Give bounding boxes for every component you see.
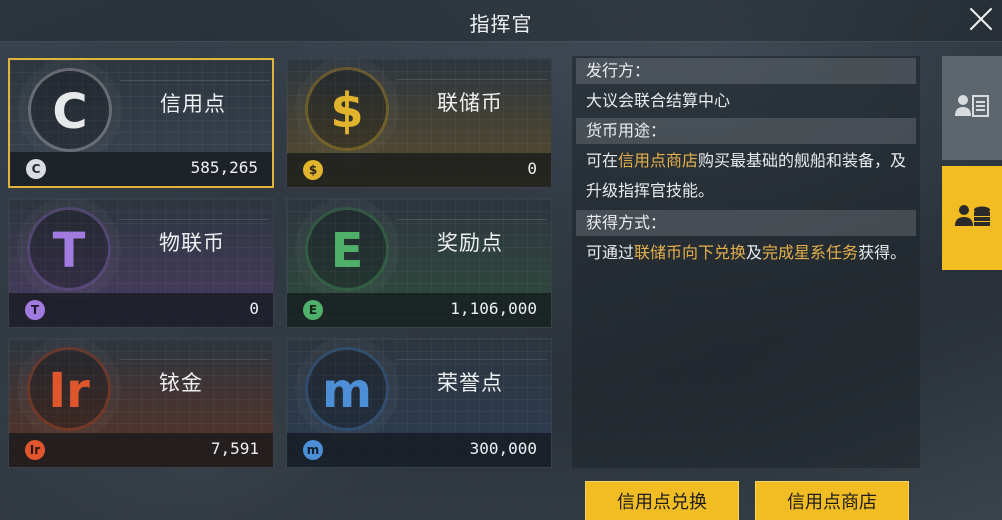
credit-icon: C bbox=[52, 84, 88, 140]
currency-name: 铱金 bbox=[159, 371, 203, 395]
issuer-label: 发行方： bbox=[576, 58, 916, 84]
currency-amount: 0 bbox=[527, 159, 537, 178]
federal-exchange-link[interactable]: 联储币向下兑换 bbox=[634, 243, 746, 262]
currency-name: 信用点 bbox=[160, 92, 226, 116]
honor-point-small-icon: m bbox=[303, 440, 323, 460]
currency-card-iridium[interactable]: Ir 铱金 Ir 7,591 bbox=[8, 338, 274, 468]
iot-coin-icon: T bbox=[52, 223, 86, 279]
reward-point-icon: E bbox=[330, 223, 364, 279]
close-icon[interactable] bbox=[964, 2, 998, 36]
obtain-label: 获得方式： bbox=[576, 210, 916, 236]
honor-point-icon: m bbox=[321, 363, 372, 419]
currency-amount: 300,000 bbox=[469, 439, 537, 458]
galaxy-mission-link[interactable]: 完成星系任务 bbox=[762, 243, 858, 262]
tab-profile[interactable] bbox=[942, 56, 1002, 160]
currency-amount: 1,106,000 bbox=[450, 299, 537, 318]
iot-coin-small-icon: T bbox=[25, 300, 45, 320]
credit-exchange-button[interactable]: 信用点兑换 bbox=[585, 481, 739, 520]
currency-card-honor-points[interactable]: m 荣誉点 m 300,000 bbox=[286, 338, 552, 468]
credit-shop-link[interactable]: 信用点商店 bbox=[618, 151, 698, 170]
federal-coin-icon: $ bbox=[330, 83, 364, 139]
credit-shop-button[interactable]: 信用点商店 bbox=[755, 481, 909, 520]
tab-currency[interactable] bbox=[942, 166, 1002, 270]
federal-coin-small-icon: $ bbox=[303, 160, 323, 180]
currency-card-credits[interactable]: C 信用点 C 585,265 bbox=[8, 58, 274, 188]
currency-name: 奖励点 bbox=[437, 231, 503, 255]
currency-stack-icon bbox=[955, 205, 990, 226]
currency-amount: 585,265 bbox=[190, 158, 258, 177]
currency-name: 联储币 bbox=[437, 91, 503, 115]
usage-label: 货币用途： bbox=[576, 118, 916, 144]
currency-card-federal-coin[interactable]: $ 联储币 $ 0 bbox=[286, 58, 552, 188]
top-bar: 指挥官 bbox=[0, 0, 1002, 42]
usage-text: 可在信用点商店购买最基础的舰船和装备，及升级指挥官技能。 bbox=[586, 151, 907, 200]
iridium-icon: Ir bbox=[48, 363, 90, 419]
obtain-text: 可通过联储币向下兑换及完成星系任务获得。 bbox=[586, 243, 907, 262]
iridium-small-icon: Ir bbox=[25, 440, 45, 460]
credit-small-icon: C bbox=[26, 159, 46, 179]
page-title: 指挥官 bbox=[469, 12, 533, 36]
currency-info-panel: 发行方： 大议会联合结算中心 货币用途： 可在信用点商店购买最基础的舰船和装备，… bbox=[572, 56, 920, 468]
currency-name: 物联币 bbox=[159, 231, 225, 255]
profile-list-icon bbox=[955, 95, 989, 117]
currency-card-reward-points[interactable]: E 奖励点 E 1,106,000 bbox=[286, 198, 552, 328]
currency-name: 荣誉点 bbox=[437, 371, 503, 395]
currency-amount: 0 bbox=[249, 299, 259, 318]
reward-point-small-icon: E bbox=[303, 300, 323, 320]
currency-amount: 7,591 bbox=[210, 439, 259, 458]
issuer-value: 大议会联合结算中心 bbox=[586, 91, 731, 110]
currency-card-iot-coin[interactable]: T 物联币 T 0 bbox=[8, 198, 274, 328]
